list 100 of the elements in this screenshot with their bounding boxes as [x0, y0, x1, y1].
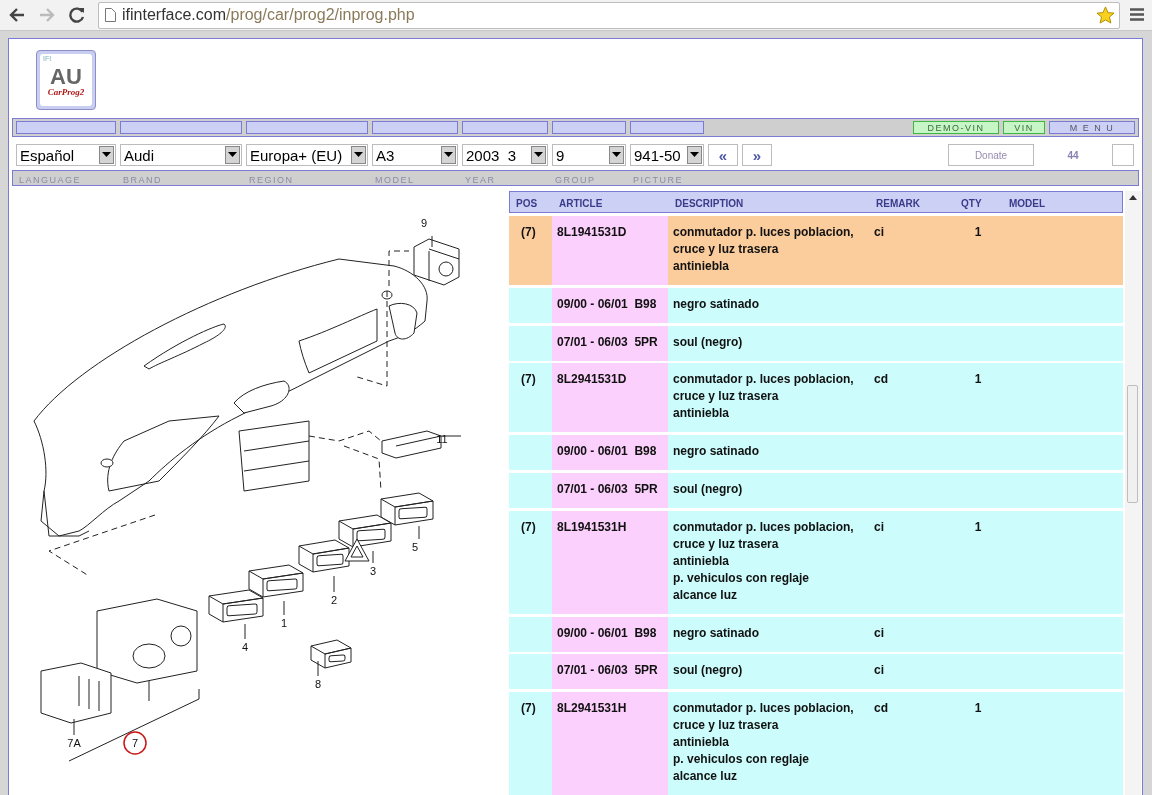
parts-row[interactable]: 07/01 - 06/03 5PR soul (negro) [509, 473, 1123, 508]
table-cell: negro satinado [668, 287, 869, 323]
logo-script: CarProg2 [47, 87, 85, 97]
parts-row[interactable]: (7) 8L2941531D conmutador p. luces poblacion, cruce y luz trasera antiniebla cd 1 [509, 363, 1123, 433]
url-text: ifinterface.com/prog/car/prog2/inprog.php [122, 6, 415, 24]
parts-row[interactable]: (7) 8L1941531H conmutador p. luces poblacion, cruce y luz trasera antiniebla p. vehiculos con reglaje alcance luz ci 1 [509, 510, 1123, 614]
table-cell: 09/00 - 06/01 B98 [552, 287, 668, 323]
nav-slot[interactable] [120, 121, 242, 134]
table-cell: conmutador p. luces poblacion, cruce y luz trasera antiniebla p. vehiculos con reglaje alcance luz [668, 510, 869, 614]
table-cell: 1 [954, 692, 1002, 795]
table-cell: cd [869, 692, 954, 795]
table-cell: ci [869, 616, 954, 652]
dropdown[interactable]: Audi [120, 144, 242, 166]
table-cell [509, 473, 552, 509]
table-cell [509, 435, 552, 471]
table-cell: 1 [954, 215, 1002, 285]
table-cell: conmutador p. luces poblacion, cruce y luz trasera antiniebla [668, 215, 869, 285]
table-cell: (7) [509, 215, 552, 285]
callout-label[interactable]: 1 [280, 617, 288, 629]
count-text: 44 [1066, 149, 1080, 161]
table-cell: ci [869, 654, 954, 690]
callout-label[interactable]: 3 [369, 565, 377, 577]
nav-slot[interactable] [16, 121, 116, 134]
reload-icon[interactable] [68, 6, 86, 24]
callout-label[interactable]: 8 [314, 678, 322, 690]
table-cell: cd [869, 363, 954, 433]
callout-label[interactable]: 7 [131, 737, 139, 749]
back-icon[interactable] [8, 6, 26, 24]
field-label: PICTURE [633, 175, 683, 185]
field-label: YEAR [465, 175, 496, 185]
column-header: QTY [960, 197, 982, 209]
menu-icon[interactable] [1130, 8, 1144, 21]
parts-row[interactable]: 07/01 - 06/03 5PR soul (negro) [509, 325, 1123, 361]
pager-button[interactable]: » [742, 144, 772, 166]
logo-title: AU [50, 67, 82, 87]
table-cell: 1 [954, 510, 1002, 614]
table-cell [509, 616, 552, 652]
table-cell: conmutador p. luces poblacion, cruce y luz trasera antiniebla p. vehiculos con reglaje alcance luz [668, 692, 869, 795]
table-cell: negro satinado [668, 435, 869, 471]
table-cell: soul (negro) [668, 473, 869, 509]
dropdown[interactable]: 941-50 [630, 144, 704, 166]
empty-field[interactable] [1112, 144, 1134, 166]
vin-button[interactable]: DEMO-VIN [913, 121, 999, 134]
table-cell: (7) [509, 692, 552, 795]
callout-label[interactable]: 11 [436, 433, 448, 445]
menu-button[interactable]: M E N U [1049, 121, 1135, 134]
scroll-up-icon[interactable] [1129, 195, 1137, 200]
scroll-thumb[interactable] [1127, 385, 1138, 503]
nav-slot[interactable] [246, 121, 368, 134]
nav-slot[interactable] [552, 121, 626, 134]
nav-slot[interactable] [630, 121, 704, 134]
parts-row[interactable]: 09/00 - 06/01 B98 negro satinado ci [509, 616, 1123, 652]
star-icon[interactable] [1096, 5, 1115, 24]
dropdown[interactable]: A3 [372, 144, 458, 166]
scrollbar[interactable] [1125, 191, 1141, 795]
table-cell: soul (negro) [668, 325, 869, 361]
column-header: REMARK [875, 197, 920, 209]
table-cell: 09/00 - 06/01 B98 [552, 435, 668, 471]
callout-label[interactable]: 4 [241, 641, 249, 653]
table-cell: 09/00 - 06/01 B98 [552, 616, 668, 652]
parts-row[interactable]: (7) 8L1941531D conmutador p. luces poblacion, cruce y luz trasera antiniebla ci 1 [509, 215, 1123, 285]
table-cell: negro satinado [668, 616, 869, 652]
callout-label[interactable]: 5 [411, 541, 419, 553]
address-bar[interactable]: ifinterface.com/prog/car/prog2/inprog.php [98, 1, 1120, 29]
field-label: LANGUAGE [19, 175, 81, 185]
field-label: BRAND [123, 175, 162, 185]
dropdown[interactable]: 2003 3 [462, 144, 548, 166]
dropdown[interactable]: Español [16, 144, 116, 166]
parts-row[interactable]: 09/00 - 06/01 B98 negro satinado [509, 287, 1123, 323]
table-cell: 07/01 - 06/03 5PR [552, 473, 668, 509]
table-cell: (7) [509, 510, 552, 614]
field-label: GROUP [555, 175, 596, 185]
table-cell: ci [869, 215, 954, 285]
table-cell [509, 287, 552, 323]
table-cell: 07/01 - 06/03 5PR [552, 654, 668, 690]
page-icon [105, 8, 116, 22]
column-header: ARTICLE [558, 197, 603, 209]
table-cell: (7) [509, 363, 552, 433]
pager-button[interactable]: « [708, 144, 738, 166]
dropdown[interactable]: 9 [552, 144, 626, 166]
parts-row[interactable]: (7) 8L2941531H conmutador p. luces poblacion, cruce y luz trasera antiniebla p. vehiculos con reglaje alcance luz cd 1 [509, 692, 1123, 795]
table-cell: ci [869, 510, 954, 614]
callout-label[interactable]: 9 [420, 217, 428, 229]
column-header: DESCRIPTION [674, 197, 744, 209]
parts-row[interactable]: 09/00 - 06/01 B98 negro satinado [509, 435, 1123, 471]
parts-row[interactable]: 07/01 - 06/03 5PR soul (negro) ci [509, 654, 1123, 690]
forward-icon[interactable] [38, 6, 56, 24]
nav-slot[interactable] [372, 121, 458, 134]
table-cell: 8L1941531H [552, 510, 668, 614]
vin-button[interactable]: VIN [1003, 121, 1045, 134]
table-cell [509, 325, 552, 361]
callout-label[interactable]: 7A [67, 737, 81, 749]
nav-slot[interactable] [462, 121, 548, 134]
callout-label[interactable]: 2 [330, 594, 338, 606]
field-label: REGION [249, 175, 294, 185]
column-header: MODEL [1008, 197, 1046, 209]
field-label: MODEL [375, 175, 415, 185]
dropdown[interactable]: Europa+ (EU) [246, 144, 368, 166]
table-cell: conmutador p. luces poblacion, cruce y luz trasera antiniebla [668, 363, 869, 433]
table-cell: 8L2941531H [552, 692, 668, 795]
